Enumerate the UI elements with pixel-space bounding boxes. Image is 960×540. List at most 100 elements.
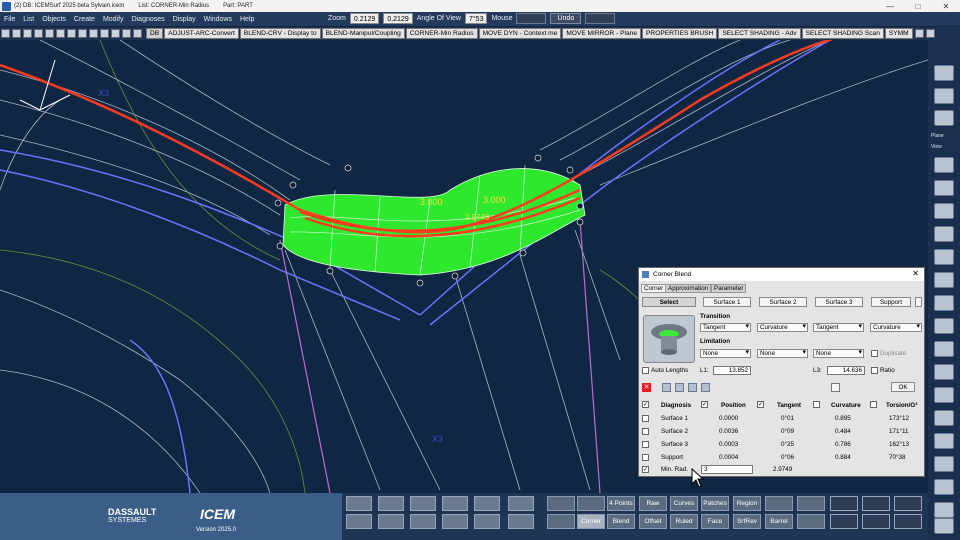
offset-button[interactable]: Offset	[639, 514, 667, 529]
layers-icon[interactable]	[111, 29, 120, 38]
blank-button-4[interactable]	[797, 496, 825, 511]
transition-select-3[interactable]: Tangent	[813, 323, 864, 332]
list-icon[interactable]	[122, 29, 131, 38]
menu-display[interactable]: Display	[169, 16, 200, 23]
auto-lengths-checkbox[interactable]	[642, 367, 649, 374]
select-icon[interactable]	[56, 29, 65, 38]
menu-modify[interactable]: Modify	[99, 16, 128, 23]
shortcut-move-mirror[interactable]: MOVE MIRROR - Plane	[562, 28, 642, 39]
save-settings-icon[interactable]	[662, 383, 671, 392]
move-icon[interactable]	[442, 496, 468, 511]
blend-button[interactable]: Blend	[607, 514, 635, 529]
tab-corner[interactable]: Corner	[641, 284, 667, 293]
save-as-icon[interactable]	[34, 29, 43, 38]
row-checkbox[interactable]	[642, 415, 649, 422]
rotate-icon[interactable]	[410, 514, 436, 529]
plug-icon[interactable]	[934, 456, 954, 472]
u-tool-icon[interactable]	[934, 502, 954, 518]
v-tool-icon[interactable]	[934, 518, 954, 534]
new-icon[interactable]	[1, 29, 10, 38]
blank-button-2[interactable]	[577, 496, 605, 511]
close-icon[interactable]: ✕	[932, 2, 960, 11]
ruled-button[interactable]: Ruled	[670, 514, 698, 529]
transition-select-1[interactable]: Tangent	[700, 323, 751, 332]
shortcut-move-dyn[interactable]: MOVE DYN - Context me	[478, 28, 562, 39]
l3-input[interactable]: 14.636	[827, 366, 865, 375]
torsion-checkbox[interactable]	[870, 401, 877, 408]
create-curve-icon[interactable]	[346, 496, 372, 511]
tab-approximation[interactable]: Approximation	[665, 284, 712, 293]
snow-tool-icon[interactable]	[508, 514, 534, 529]
pattern-icon[interactable]	[894, 514, 922, 529]
min-rad-input[interactable]: 3	[701, 465, 753, 474]
save-icon[interactable]	[23, 29, 32, 38]
globe-icon[interactable]	[934, 433, 954, 449]
shortcut-db[interactable]: DB	[146, 28, 164, 39]
surface-1-button[interactable]: Surface 1	[703, 297, 751, 307]
align-icon[interactable]	[862, 496, 890, 511]
srfrev-button[interactable]: SrfRev	[733, 514, 761, 529]
shortcut-adjust-arc[interactable]: ADJUST-ARC-Convert	[164, 28, 239, 39]
menu-diagnoses[interactable]: Diagnoses	[128, 16, 169, 23]
zoom-field-2[interactable]: 0.2129	[383, 13, 413, 24]
pick-icon[interactable]	[67, 29, 76, 38]
support-button[interactable]: Support	[871, 297, 911, 307]
shortcut-select-shading-adv[interactable]: SELECT SHADING - Adv	[718, 28, 801, 39]
blank-button-6[interactable]	[797, 514, 825, 529]
copy-icon[interactable]	[78, 29, 87, 38]
rectangle-icon[interactable]	[934, 387, 954, 403]
blank-button-3[interactable]	[765, 496, 793, 511]
display-icon[interactable]	[675, 383, 684, 392]
clip-icon[interactable]	[934, 364, 954, 380]
shading-icon[interactable]	[934, 110, 954, 126]
row-checkbox[interactable]	[642, 441, 649, 448]
four-points-button[interactable]: 4 Points	[607, 496, 635, 511]
list-panel-icon[interactable]	[934, 180, 954, 196]
raw-button[interactable]: Raw	[639, 496, 667, 511]
tangent-checkbox[interactable]: ✓	[757, 401, 764, 408]
lock-icon[interactable]	[934, 318, 954, 334]
trim-icon[interactable]	[378, 496, 404, 511]
copy-settings-icon[interactable]	[688, 383, 697, 392]
shortcut-blend-crv[interactable]: BLEND-CRV - Display to	[239, 28, 321, 39]
shortcut-blend-manipul[interactable]: BLEND-Manipul/Coupling	[321, 28, 405, 39]
min-rad-checkbox[interactable]: ✓	[642, 466, 649, 473]
menu-create[interactable]: Create	[70, 16, 99, 23]
minimize-icon[interactable]: —	[876, 2, 904, 11]
dialog-close-icon[interactable]: ✕	[912, 269, 919, 278]
surface-2-button[interactable]: Surface 2	[759, 297, 807, 307]
pipe-icon[interactable]	[862, 514, 890, 529]
shortcut-corner-min-radius[interactable]: CORNER-Min Radius	[405, 28, 478, 39]
copy-shape-icon[interactable]	[474, 496, 500, 511]
limitation-select-1[interactable]: None	[700, 349, 751, 358]
paste-icon[interactable]	[89, 29, 98, 38]
diagnosis-checkbox[interactable]: ✓	[642, 401, 649, 408]
triangle-icon[interactable]	[830, 496, 858, 511]
transition-select-4[interactable]: Curvature	[870, 323, 922, 332]
camera-icon[interactable]	[934, 65, 954, 81]
cube-icon[interactable]	[934, 272, 954, 288]
barrel-button[interactable]: Barrel	[765, 514, 793, 529]
tab-parameter[interactable]: Parameter	[711, 284, 747, 293]
l1-input[interactable]: 13.852	[713, 366, 751, 375]
patches-button[interactable]: Patches	[701, 496, 729, 511]
menu-file[interactable]: File	[0, 16, 19, 23]
print-icon[interactable]	[45, 29, 54, 38]
corner-button[interactable]: Corner	[577, 514, 605, 529]
shortcut-properties-brush[interactable]: PROPERTIES BRUSH	[642, 28, 718, 39]
diamond-icon[interactable]	[830, 514, 858, 529]
reset-icon[interactable]	[831, 383, 840, 392]
stretch-icon[interactable]	[442, 514, 468, 529]
layers-panel-icon[interactable]	[934, 157, 954, 173]
properties-icon[interactable]	[934, 226, 954, 242]
dots-icon[interactable]	[894, 496, 922, 511]
limitation-select-3[interactable]: None	[813, 349, 864, 358]
gear-icon[interactable]	[934, 410, 954, 426]
grid-icon[interactable]	[100, 29, 109, 38]
split-icon[interactable]	[378, 514, 404, 529]
shortcut-symm[interactable]: SYMM	[884, 28, 913, 39]
menu-windows[interactable]: Windows	[200, 16, 236, 23]
limitation-select-2[interactable]: None	[757, 349, 808, 358]
scroll-left-icon[interactable]	[914, 29, 924, 38]
region-button[interactable]: Region	[733, 496, 761, 511]
